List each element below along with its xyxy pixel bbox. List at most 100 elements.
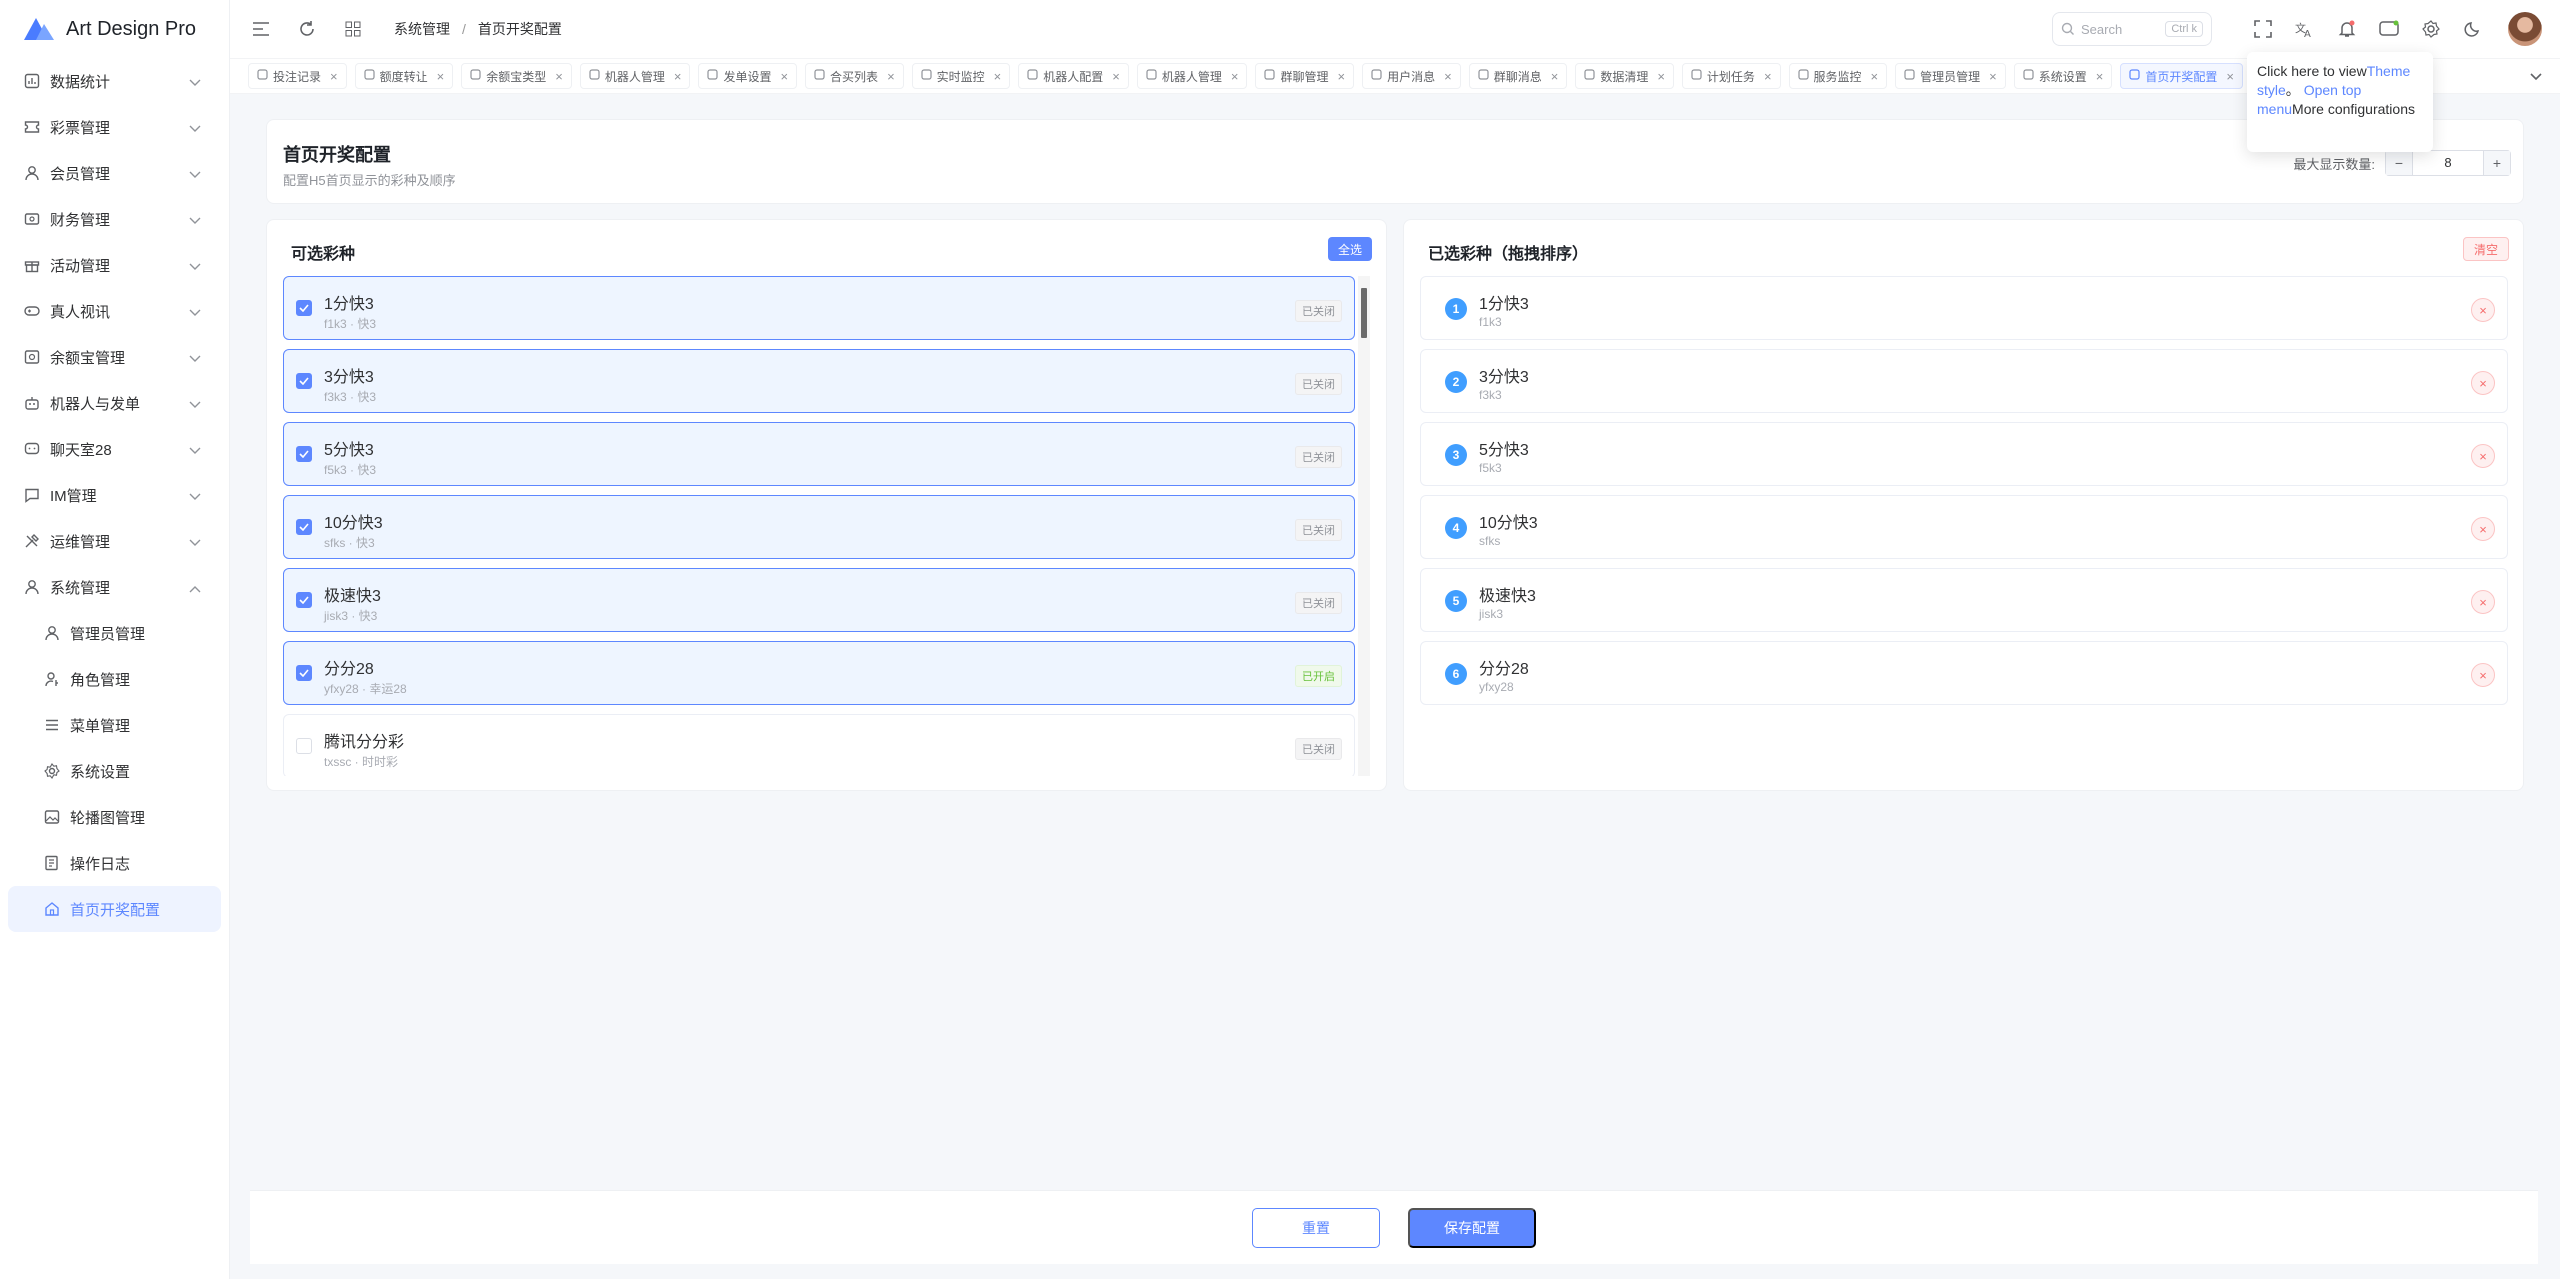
list-item[interactable]: 5分快3 f5k3 · 快3 已关闭 <box>283 422 1355 486</box>
sidebar-item[interactable]: 会员管理 <box>0 150 229 196</box>
gear-icon[interactable] <box>2420 18 2442 40</box>
tab[interactable]: 发单设置 × <box>698 63 798 89</box>
list-item[interactable]: 5 极速快3 jisk3 × <box>1420 568 2508 632</box>
remove-button[interactable]: × <box>2471 298 2495 322</box>
checkbox[interactable] <box>296 592 312 608</box>
close-icon[interactable]: × <box>437 69 445 84</box>
apps-grid-icon[interactable] <box>342 18 364 40</box>
list-item[interactable]: 6 分分28 yfxy28 × <box>1420 641 2508 705</box>
sidebar-item[interactable]: 机器人与发单 <box>0 380 229 426</box>
list-item[interactable]: 3 5分快3 f5k3 × <box>1420 422 2508 486</box>
sidebar-item[interactable]: 活动管理 <box>0 242 229 288</box>
close-icon[interactable]: × <box>330 69 338 84</box>
close-icon[interactable]: × <box>1112 69 1120 84</box>
breadcrumb-item[interactable]: 系统管理 <box>394 19 450 39</box>
checkbox[interactable] <box>296 300 312 316</box>
tab[interactable]: 首页开奖配置 × <box>2120 63 2243 89</box>
tab[interactable]: 数据清理 × <box>1575 63 1674 89</box>
dark-mode-moon-icon[interactable] <box>2462 18 2484 40</box>
avatar[interactable] <box>2508 12 2542 46</box>
selected-lottery-list[interactable]: 1 1分快3 f1k3 × 2 3分快3 f3k3 × 3 5分快3 f5k3 × 4… <box>1420 276 2508 776</box>
tab[interactable]: 机器人配置 × <box>1018 63 1129 89</box>
list-item[interactable]: 分分28 yfxy28 · 幸运28 已开启 <box>283 641 1355 705</box>
remove-button[interactable]: × <box>2471 663 2495 687</box>
checkbox[interactable] <box>296 738 312 754</box>
list-item[interactable]: 10分快3 sfks · 快3 已关闭 <box>283 495 1355 559</box>
remove-button[interactable]: × <box>2471 444 2495 468</box>
translate-icon[interactable]: 文A <box>2294 18 2316 40</box>
increment-button[interactable]: + <box>2484 151 2510 175</box>
close-icon[interactable]: × <box>780 69 788 84</box>
close-icon[interactable]: × <box>1989 69 1997 84</box>
scrollbar[interactable] <box>1358 276 1370 776</box>
list-item[interactable]: 2 3分快3 f3k3 × <box>1420 349 2508 413</box>
notification-bell-icon[interactable] <box>2336 18 2358 40</box>
checkbox[interactable] <box>296 665 312 681</box>
sidebar-item[interactable]: IM管理 <box>0 472 229 518</box>
max-display-stepper[interactable]: − 8 + <box>2385 150 2511 176</box>
close-icon[interactable]: × <box>1231 69 1239 84</box>
scrollbar-thumb[interactable] <box>1361 288 1367 338</box>
list-item[interactable]: 1分快3 f1k3 · 快3 已关闭 <box>283 276 1355 340</box>
tab[interactable]: 余额宝类型 × <box>461 63 572 89</box>
sidebar-subitem[interactable]: 角色管理 <box>0 656 229 702</box>
sidebar-subitem[interactable]: 管理员管理 <box>0 610 229 656</box>
sidebar-item[interactable]: 数据统计 <box>0 58 229 104</box>
sidebar-subitem[interactable]: 首页开奖配置 <box>8 886 221 932</box>
close-icon[interactable]: × <box>2226 69 2234 84</box>
sidebar-item[interactable]: 运维管理 <box>0 518 229 564</box>
close-icon[interactable]: × <box>1764 69 1772 84</box>
checkbox[interactable] <box>296 519 312 535</box>
tab[interactable]: 额度转让 × <box>354 63 454 89</box>
close-icon[interactable]: × <box>1871 69 1879 84</box>
sidebar-item[interactable]: 余额宝管理 <box>0 334 229 380</box>
available-lottery-list[interactable]: 1分快3 f1k3 · 快3 已关闭 3分快3 f3k3 · 快3 已关闭 5分… <box>283 276 1355 776</box>
sidebar-subitem[interactable]: 菜单管理 <box>0 702 229 748</box>
chat-icon[interactable] <box>2378 18 2400 40</box>
close-icon[interactable]: × <box>1444 69 1452 84</box>
close-icon[interactable]: × <box>887 69 895 84</box>
select-all-button[interactable]: 全选 <box>1327 237 1372 261</box>
checkbox[interactable] <box>296 446 312 462</box>
close-icon[interactable]: × <box>674 69 682 84</box>
tab[interactable]: 群聊消息 × <box>1468 63 1568 89</box>
tab[interactable]: 管理员管理 × <box>1895 63 2006 89</box>
list-item[interactable]: 极速快3 jisk3 · 快3 已关闭 <box>283 568 1355 632</box>
max-display-value[interactable]: 8 <box>2412 151 2484 175</box>
sidebar-item[interactable]: 聊天室28 <box>0 426 229 472</box>
reset-button[interactable]: 重置 <box>1252 1207 1380 1248</box>
tab[interactable]: 机器人管理 × <box>579 63 691 89</box>
close-icon[interactable]: × <box>1338 69 1346 84</box>
tab[interactable]: 系统设置 × <box>2013 63 2113 89</box>
clear-button[interactable]: 清空 <box>2462 237 2509 261</box>
sidebar-item[interactable]: 财务管理 <box>0 196 229 242</box>
close-icon[interactable]: × <box>2096 69 2104 84</box>
close-icon[interactable]: × <box>994 69 1002 84</box>
fullscreen-icon[interactable] <box>2252 18 2274 40</box>
tab[interactable]: 计划任务 × <box>1681 63 1781 89</box>
checkbox[interactable] <box>296 373 312 389</box>
tab[interactable]: 服务监控 × <box>1788 63 1888 89</box>
list-item[interactable]: 1 1分快3 f1k3 × <box>1420 276 2508 340</box>
tab[interactable]: 群聊管理 × <box>1255 63 1355 89</box>
list-item[interactable]: 3分快3 f3k3 · 快3 已关闭 <box>283 349 1355 413</box>
decrement-button[interactable]: − <box>2386 151 2412 175</box>
remove-button[interactable]: × <box>2471 517 2495 541</box>
tab[interactable]: 投注记录 × <box>248 63 347 89</box>
list-item[interactable]: 腾讯分分彩 txssc · 时时彩 已关闭 <box>283 714 1355 776</box>
chevron-down-icon[interactable] <box>2524 65 2548 89</box>
list-item[interactable]: 4 10分快3 sfks × <box>1420 495 2508 559</box>
close-icon[interactable]: × <box>555 69 563 84</box>
sidebar-subitem[interactable]: 轮播图管理 <box>0 794 229 840</box>
tab[interactable]: 合买列表 × <box>805 63 904 89</box>
sidebar-item[interactable]: 彩票管理 <box>0 104 229 150</box>
save-config-button[interactable]: 保存配置 <box>1408 1207 1536 1248</box>
remove-button[interactable]: × <box>2471 590 2495 614</box>
search-input[interactable]: Search Ctrl k <box>2052 12 2212 46</box>
sidebar-item[interactable]: 真人视讯 <box>0 288 229 334</box>
sidebar-subitem[interactable]: 操作日志 <box>0 840 229 886</box>
tab[interactable]: 机器人管理 × <box>1136 63 1248 89</box>
sidebar-subitem[interactable]: 系统设置 <box>0 748 229 794</box>
tab[interactable]: 实时监控 × <box>911 63 1011 89</box>
remove-button[interactable]: × <box>2471 371 2495 395</box>
